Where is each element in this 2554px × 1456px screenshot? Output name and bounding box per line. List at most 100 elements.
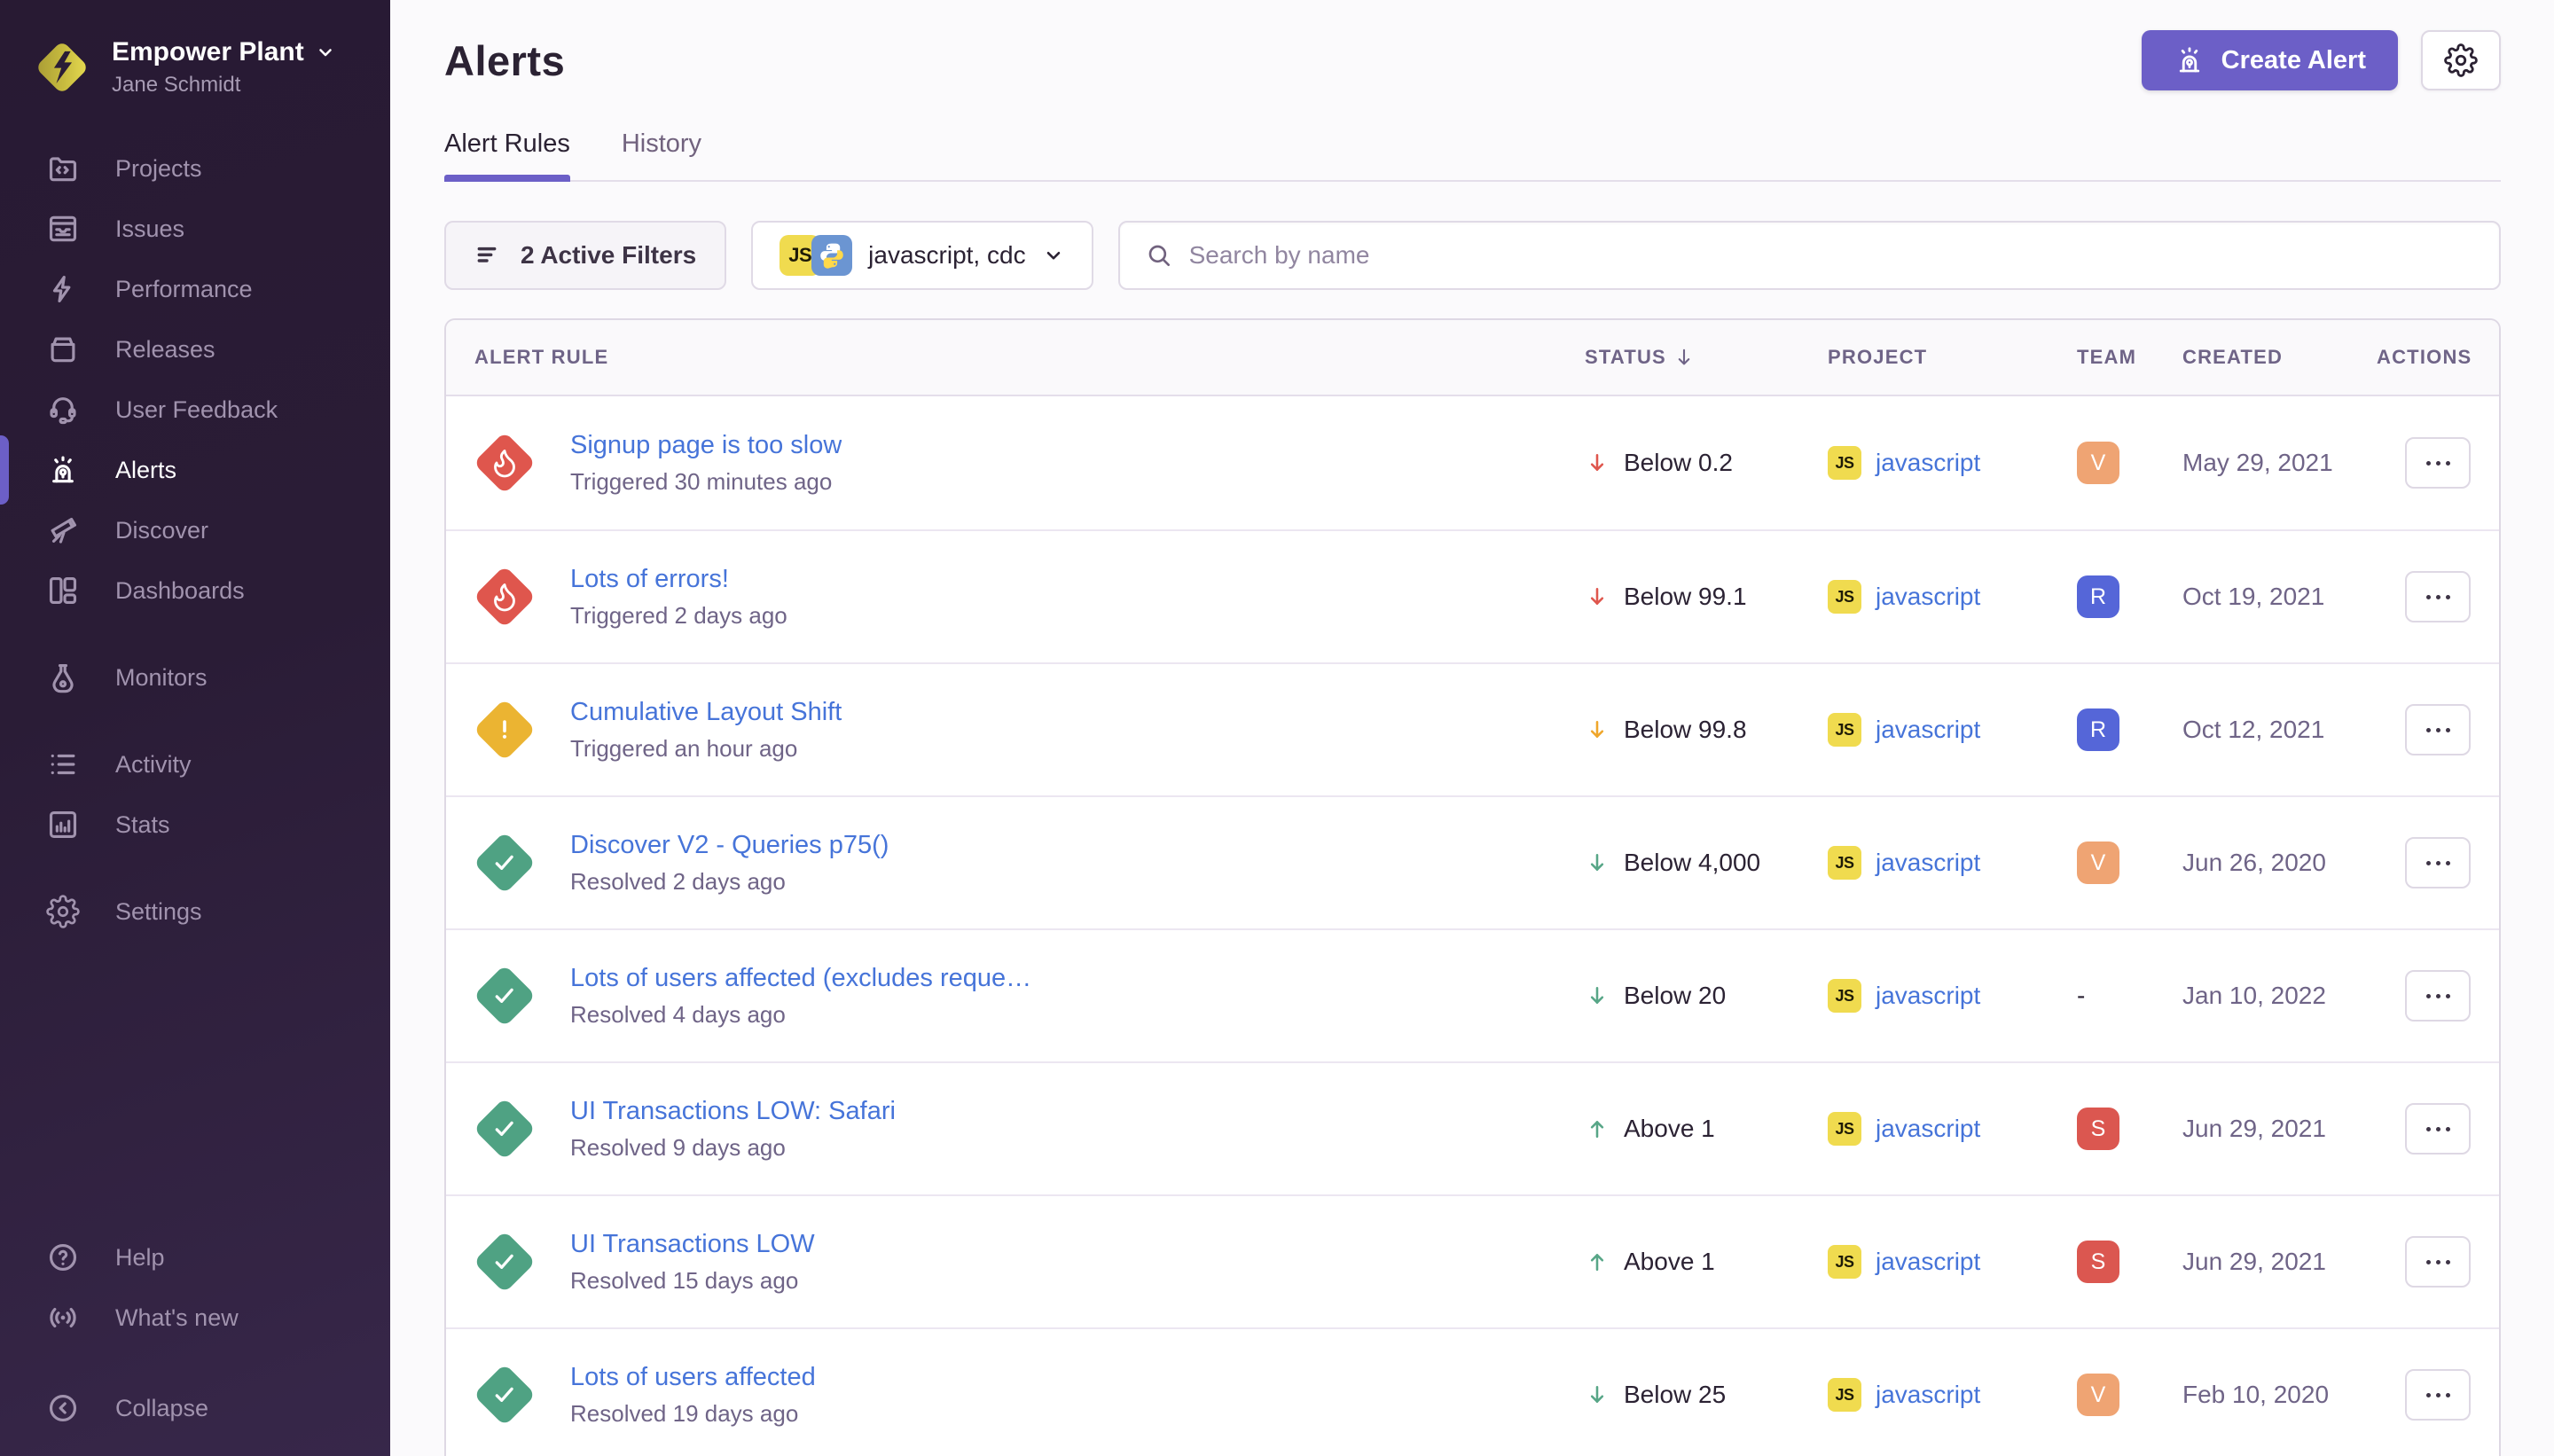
team-avatar: S [2077, 1108, 2119, 1150]
sidebar-item-alerts[interactable]: Alerts [0, 440, 390, 500]
column-header-team: Team [2077, 346, 2182, 369]
trend-down-arrow-icon [1585, 715, 1610, 745]
alerts-icon [46, 453, 80, 487]
sidebar-section: Activity Stats [0, 734, 390, 855]
chevron-down-icon [315, 42, 336, 63]
alert-rule-link[interactable]: Discover V2 - Queries p75() [570, 831, 889, 860]
discover-icon [46, 513, 80, 547]
table-row: UI Transactions LOW Resolved 15 days ago… [446, 1194, 2499, 1327]
table-row: Lots of errors! Triggered 2 days ago Bel… [446, 529, 2499, 662]
org-logo-icon [32, 37, 92, 98]
tab-history[interactable]: History [622, 129, 701, 180]
sidebar-item-help[interactable]: Help [0, 1227, 390, 1288]
project-link[interactable]: javascript [1876, 583, 1980, 611]
column-header-status[interactable]: Status [1585, 345, 1828, 370]
dashboards-icon [46, 574, 80, 607]
column-header-actions: Actions [2377, 346, 2471, 369]
project-filter-dropdown[interactable]: JS javascript, cdc [751, 221, 1093, 290]
sidebar-item-releases[interactable]: Releases [0, 319, 390, 380]
javascript-platform-icon: JS [1828, 580, 1861, 614]
settings-icon [46, 895, 80, 928]
row-actions-button[interactable] [2405, 837, 2471, 888]
team-avatar: R [2077, 708, 2119, 751]
javascript-platform-icon: JS [1828, 713, 1861, 747]
resolved-check-icon [489, 1113, 521, 1145]
sidebar-item-settings[interactable]: Settings [0, 881, 390, 942]
column-header-project: Project [1828, 346, 2077, 369]
table-row: Discover V2 - Queries p75() Resolved 2 d… [446, 795, 2499, 928]
page-header: Alerts Create Alert [444, 30, 2501, 90]
resolved-diamond-badge [474, 1098, 537, 1161]
collapse-icon [46, 1391, 80, 1425]
alert-rule-link[interactable]: Lots of errors! [570, 565, 787, 594]
sidebar-collapse-button[interactable]: Collapse [0, 1378, 390, 1438]
alerts-settings-button[interactable] [2421, 30, 2501, 90]
warning-diamond-badge [474, 699, 537, 762]
app-window: Empower Plant Jane Schmidt Projects Issu… [0, 0, 2554, 1456]
tab-alert-rules[interactable]: Alert Rules [444, 129, 570, 180]
resolved-diamond-badge [474, 1364, 537, 1427]
project-link[interactable]: javascript [1876, 716, 1980, 744]
row-actions-button[interactable] [2405, 704, 2471, 755]
row-actions-button[interactable] [2405, 1103, 2471, 1155]
resolved-diamond-badge [474, 1231, 537, 1294]
column-header-created: Created [2182, 346, 2377, 369]
sidebar-item-what-s-new[interactable]: What's new [0, 1288, 390, 1348]
project-link[interactable]: javascript [1876, 1381, 1980, 1409]
sidebar-item-monitors[interactable]: Monitors [0, 647, 390, 708]
alert-rule-subtitle: Triggered an hour ago [570, 735, 842, 763]
help-icon [46, 1241, 80, 1274]
org-switcher[interactable]: Empower Plant Jane Schmidt [0, 0, 390, 98]
javascript-platform-icon: JS [1828, 846, 1861, 880]
created-date: Jun 26, 2020 [2182, 849, 2377, 877]
table-row: Lots of users affected (excludes reque… … [446, 928, 2499, 1061]
row-actions-button[interactable] [2405, 1369, 2471, 1421]
project-link[interactable]: javascript [1876, 1115, 1980, 1143]
status-value: Below 4,000 [1624, 849, 1760, 877]
create-alert-button[interactable]: Create Alert [2142, 30, 2398, 90]
monitors-icon [46, 661, 80, 694]
issues-icon [46, 212, 80, 246]
active-filters-button[interactable]: 2 Active Filters [444, 221, 726, 290]
status-value: Above 1 [1624, 1248, 1715, 1276]
row-actions-button[interactable] [2405, 571, 2471, 622]
page-tabs: Alert Rules History [444, 129, 2501, 182]
alert-rule-subtitle: Triggered 30 minutes ago [570, 468, 842, 496]
alert-rule-link[interactable]: Signup page is too slow [570, 431, 842, 460]
project-link[interactable]: javascript [1876, 1248, 1980, 1276]
row-actions-button[interactable] [2405, 1236, 2471, 1288]
alert-rule-link[interactable]: Cumulative Layout Shift [570, 698, 842, 727]
sidebar-item-performance[interactable]: Performance [0, 259, 390, 319]
status-value: Below 20 [1624, 982, 1726, 1010]
alert-rule-link[interactable]: UI Transactions LOW [570, 1230, 815, 1259]
performance-icon [46, 272, 80, 306]
alert-rule-link[interactable]: UI Transactions LOW: Safari [570, 1097, 896, 1126]
alert-rule-link[interactable]: Lots of users affected [570, 1363, 816, 1392]
project-link[interactable]: javascript [1876, 849, 1980, 877]
sidebar-item-activity[interactable]: Activity [0, 734, 390, 795]
column-header-alert-rule: Alert Rule [474, 346, 1585, 369]
alert-rule-subtitle: Resolved 19 days ago [570, 1400, 816, 1428]
project-link[interactable]: javascript [1876, 449, 1980, 477]
alert-rule-link[interactable]: Lots of users affected (excludes reque… [570, 964, 1031, 993]
stats-icon [46, 808, 80, 842]
sidebar-item-dashboards[interactable]: Dashboards [0, 560, 390, 621]
row-actions-button[interactable] [2405, 970, 2471, 1022]
sidebar-spacer [0, 942, 390, 1227]
sidebar-section: Projects Issues Performance Releases Use… [0, 138, 390, 621]
row-actions-button[interactable] [2405, 437, 2471, 489]
javascript-platform-icon: JS [1828, 446, 1861, 480]
sidebar-item-stats[interactable]: Stats [0, 795, 390, 855]
created-date: Oct 19, 2021 [2182, 583, 2377, 611]
sidebar-item-user-feedback[interactable]: User Feedback [0, 380, 390, 440]
team-none: - [2077, 982, 2085, 1009]
resolved-check-icon [489, 1246, 521, 1278]
team-avatar: V [2077, 1374, 2119, 1416]
search-input[interactable] [1189, 241, 2474, 270]
project-link[interactable]: javascript [1876, 982, 1980, 1010]
sidebar-item-issues[interactable]: Issues [0, 199, 390, 259]
sidebar-item-projects[interactable]: Projects [0, 138, 390, 199]
sidebar-footer-items: Help What's new [0, 1227, 390, 1348]
gear-icon [2444, 43, 2478, 77]
sidebar-item-discover[interactable]: Discover [0, 500, 390, 560]
